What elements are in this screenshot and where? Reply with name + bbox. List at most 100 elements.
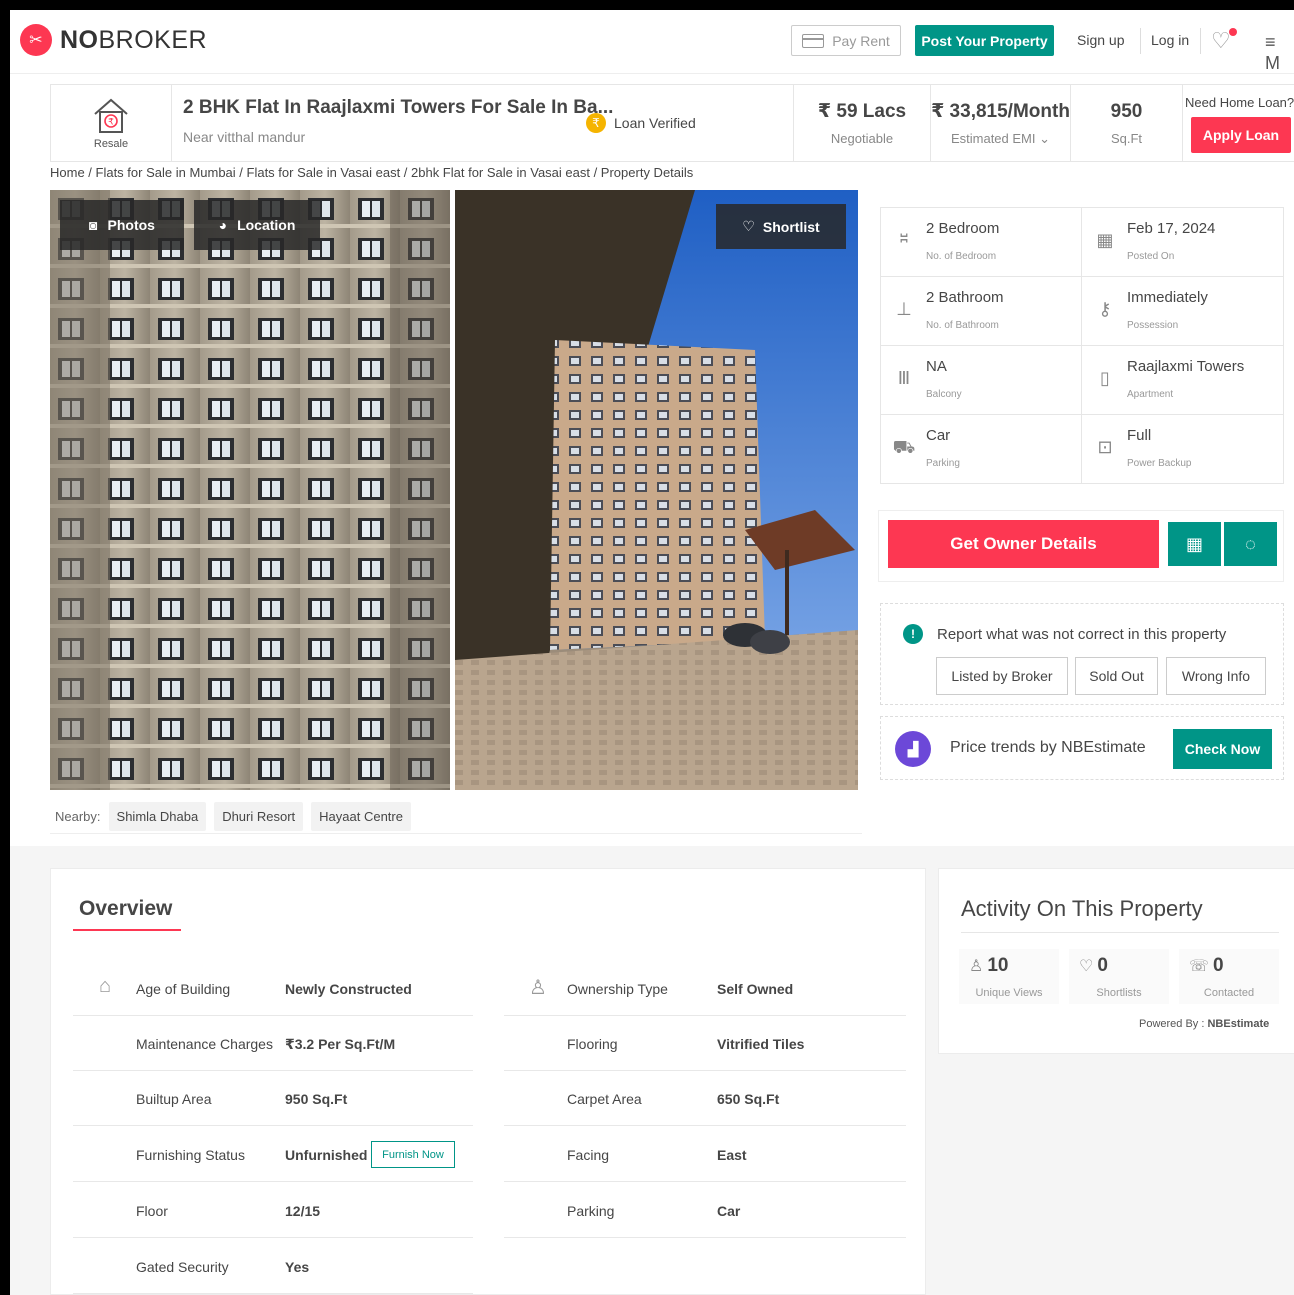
ownership-person-icon: ♙ [529, 977, 547, 999]
detail-label: No. of Bedroom [926, 251, 997, 262]
shortlist-heart-icon[interactable]: ♡ [1211, 28, 1231, 54]
house-rupee-icon: ₹ [94, 98, 128, 133]
overview-key: Facing [567, 1147, 610, 1163]
schedule-visit-calendar-icon[interactable]: ▦ [1168, 522, 1221, 566]
area-unit: Sq.Ft [1110, 130, 1143, 146]
photos-button[interactable]: ◙ Photos [60, 200, 184, 250]
powered-by: Powered By : NBEstimate [1139, 1018, 1269, 1030]
stat-number: 0 [1097, 955, 1108, 976]
overview-key: Ownership Type [567, 981, 668, 997]
detail-parking: ⛟ Car Parking [881, 415, 1082, 484]
info-icon: ! [903, 624, 923, 644]
compass-icon: ◕ [218, 217, 228, 233]
overview-row: ⌂ Age of Building Newly Constructed [73, 961, 473, 1016]
nearby-chip[interactable]: Hayaat Centre [311, 802, 411, 831]
emi-note: Estimated EMI ⌄ [951, 131, 1050, 147]
overview-value: Self Owned [717, 981, 794, 997]
power-icon: ⊡ [1097, 437, 1113, 457]
stat-unique-views: ♙ 10 Unique Views [959, 949, 1059, 1004]
activity-title: Activity On This Property [961, 896, 1203, 921]
log-in-link[interactable]: Log in [1151, 32, 1189, 48]
hamburger-menu-icon[interactable]: ≡ M [1265, 32, 1294, 74]
shortlist-button[interactable]: ♡ Shortlist [716, 204, 846, 249]
detail-value: NA [926, 358, 947, 375]
detail-value: Car [926, 427, 951, 444]
nearby-chip[interactable]: Shimla Dhaba [108, 802, 207, 831]
post-property-button[interactable]: Post Your Property [915, 25, 1054, 56]
check-now-button[interactable]: Check Now [1173, 729, 1272, 769]
nearby-chip[interactable]: Dhuri Resort [214, 802, 304, 831]
owner-actions: Get Owner Details ▦ ◌ [878, 510, 1284, 582]
detail-label: Parking [926, 458, 960, 469]
breadcrumb[interactable]: Home / Flats for Sale in Mumbai / Flats … [50, 165, 693, 180]
stat-number: 0 [1213, 955, 1224, 976]
building-photo-left[interactable]: ◙ Photos ◕ Location [50, 190, 450, 790]
report-box: ! Report what was not correct in this pr… [880, 603, 1284, 705]
building-photo-right[interactable] [455, 190, 858, 790]
overview-row: Flooring Vitrified Tiles [504, 1016, 906, 1071]
location-button[interactable]: ◕ Location [194, 200, 320, 250]
powered-by-label: Powered By : [1139, 1018, 1205, 1030]
overview-value: Vitrified Tiles [717, 1036, 805, 1052]
overview-value: ₹3.2 Per Sq.Ft/M [285, 1036, 396, 1052]
detail-value: 2 Bathroom [926, 289, 1004, 306]
stat-count: ☏ 0 [1189, 955, 1224, 977]
overview-key: Age of Building [136, 981, 231, 997]
divider [1140, 28, 1141, 54]
divider [1200, 28, 1201, 54]
detail-apartment: ▯ Raajlaxmi Towers Apartment [1082, 346, 1283, 415]
overview-row: Facing East [504, 1127, 906, 1182]
notification-dot [1229, 28, 1237, 36]
chat-icon[interactable]: ◌ [1224, 522, 1277, 566]
stat-label: Contacted [1203, 987, 1255, 999]
property-title: 2 BHK Flat In Raajlaxmi Towers For Sale … [183, 97, 614, 118]
emi-value: ₹ 33,815/Month [931, 100, 1070, 122]
overview-key: Furnishing Status [136, 1147, 245, 1163]
property-locality: Near vitthal mandur [183, 129, 306, 145]
svg-text:₹: ₹ [108, 118, 114, 128]
chart-icon: ▟ [895, 731, 931, 767]
emi-note-label: Estimated EMI [950, 130, 1036, 146]
heart-icon: ♡ [742, 218, 755, 234]
pay-rent-label: Pay Rent [832, 32, 890, 49]
photos-label: Photos [107, 217, 155, 233]
stat-label: Shortlists [1096, 987, 1142, 999]
nobroker-logo[interactable]: ✂ NOBROKER [20, 24, 207, 56]
overview-row: Floor 12/15 [73, 1183, 473, 1238]
detail-value: 2 Bedroom [926, 220, 1000, 237]
detail-possession: ⚷ Immediately Possession [1082, 277, 1283, 346]
get-owner-details-button[interactable]: Get Owner Details [888, 520, 1159, 568]
apply-loan-button[interactable]: Apply Loan [1191, 117, 1291, 153]
listed-by-broker-button[interactable]: Listed by Broker [936, 657, 1068, 695]
location-label: Location [237, 217, 296, 233]
stat-number: 10 [987, 955, 1009, 976]
overview-row: Maintenance Charges ₹3.2 Per Sq.Ft/M [73, 1016, 473, 1071]
report-question-text: Report what was not correct in this prop… [937, 625, 1227, 643]
sold-out-button[interactable]: Sold Out [1075, 657, 1158, 695]
stat-contacted: ☏ 0 Contacted [1179, 949, 1279, 1004]
photo-gallery[interactable]: ◙ Photos ◕ Location ♡ Shortlist [50, 190, 858, 790]
detail-value: Feb 17, 2024 [1127, 220, 1216, 237]
wrong-info-button[interactable]: Wrong Info [1166, 657, 1266, 695]
pay-rent-button[interactable]: Pay Rent [791, 25, 901, 56]
price-trends-text: Price trends by NBEstimate [950, 739, 1146, 756]
sign-up-link[interactable]: Sign up [1077, 32, 1124, 48]
overview-value: Car [717, 1203, 741, 1219]
top-header: ✂ NOBROKER Pay Rent Post Your Property S… [10, 10, 1294, 74]
bed-icon: ⎶ [900, 230, 908, 250]
stat-shortlists: ♡ 0 Shortlists [1069, 949, 1169, 1004]
furnish-now-button[interactable]: Furnish Now [371, 1141, 455, 1168]
detail-power-backup: ⊡ Full Power Backup [1082, 415, 1283, 484]
overview-row: Gated Security Yes [73, 1239, 473, 1294]
overview-key: Builtup Area [136, 1091, 212, 1107]
shortlist-label: Shortlist [762, 218, 820, 235]
detail-bedroom: ⎶ 2 Bedroom No. of Bedroom [881, 208, 1082, 277]
property-header: ₹ Resale 2 BHK Flat In Raajlaxmi Towers … [50, 84, 1294, 162]
detail-value: Full [1127, 427, 1152, 444]
overview-value: East [717, 1147, 747, 1163]
emi-cell[interactable]: ₹ 33,815/Month Estimated EMI ⌄ [930, 85, 1070, 161]
overview-value: Yes [285, 1259, 310, 1275]
card-icon [802, 33, 825, 48]
overview-row: Furnishing Status Unfurnished Furnish No… [73, 1127, 473, 1182]
resale-label: Resale [93, 138, 129, 150]
